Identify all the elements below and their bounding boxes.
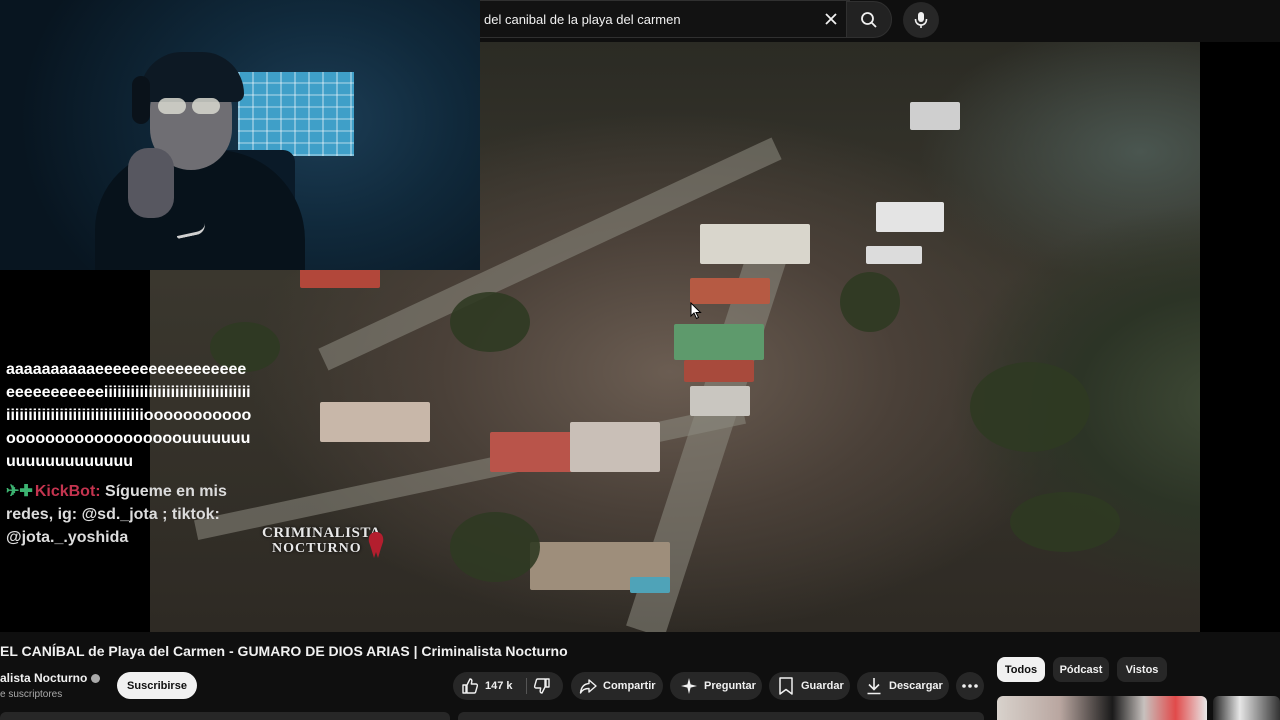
dislike-button[interactable] bbox=[533, 677, 551, 695]
tree bbox=[450, 292, 530, 352]
building bbox=[700, 224, 810, 264]
channel-name[interactable]: alista Nocturno bbox=[0, 671, 101, 685]
video-letterbox bbox=[1200, 42, 1280, 632]
save-button[interactable]: Guardar bbox=[769, 672, 850, 700]
comments-panel[interactable] bbox=[458, 712, 984, 720]
search-query[interactable]: del canibal de la playa del carmen bbox=[484, 12, 681, 27]
building bbox=[684, 360, 754, 382]
bot-badge-icons: ✈✚ bbox=[6, 483, 33, 500]
download-label: Descargar bbox=[889, 680, 943, 692]
close-icon bbox=[825, 13, 837, 25]
channel-watermark: CRIMINALISTA NOCTURNO bbox=[262, 525, 384, 558]
building bbox=[570, 422, 660, 472]
verified-badge-icon bbox=[91, 674, 101, 683]
voice-search-button[interactable] bbox=[903, 2, 939, 38]
watermark-line2: NOCTURNO bbox=[272, 541, 362, 556]
thumbs-up-icon bbox=[462, 678, 479, 694]
subscribe-button[interactable]: Suscribirse bbox=[117, 672, 197, 699]
headphone bbox=[132, 76, 150, 124]
more-actions-button[interactable] bbox=[956, 672, 984, 700]
video-title: EL CANÍBAL de Playa del Carmen - GUMARO … bbox=[0, 643, 568, 659]
related-video-thumbnail[interactable] bbox=[997, 696, 1207, 720]
wall-poster bbox=[238, 72, 354, 156]
save-label: Guardar bbox=[801, 680, 844, 692]
search-button[interactable] bbox=[846, 1, 892, 38]
ask-label: Preguntar bbox=[704, 680, 756, 692]
subscriber-count: e suscriptores bbox=[0, 689, 63, 700]
bookmark-icon bbox=[777, 677, 795, 695]
glasses bbox=[158, 98, 222, 114]
pool bbox=[630, 577, 670, 593]
share-icon bbox=[579, 677, 597, 695]
like-button[interactable] bbox=[461, 677, 479, 695]
building bbox=[910, 102, 960, 130]
thumbs-down-icon bbox=[533, 678, 550, 694]
ask-button[interactable]: Preguntar bbox=[670, 672, 762, 700]
tree bbox=[970, 362, 1090, 452]
building bbox=[320, 402, 430, 442]
building bbox=[674, 324, 764, 360]
microphone-icon bbox=[914, 12, 928, 28]
hand bbox=[128, 148, 174, 218]
chip-watched[interactable]: Vistos bbox=[1117, 657, 1167, 682]
like-dislike-group: 147 k bbox=[453, 672, 563, 700]
building bbox=[300, 268, 380, 288]
chip-podcast[interactable]: Pódcast bbox=[1053, 657, 1109, 682]
description-panel[interactable] bbox=[0, 712, 450, 720]
building bbox=[866, 246, 922, 264]
sparkle-icon bbox=[680, 677, 698, 695]
bot-name: KickBot bbox=[34, 483, 96, 500]
related-video-thumbnail[interactable] bbox=[1213, 696, 1280, 720]
building bbox=[690, 386, 750, 416]
divider bbox=[526, 678, 527, 694]
share-button[interactable]: Compartir bbox=[571, 672, 663, 700]
share-label: Compartir bbox=[603, 680, 656, 692]
tree bbox=[840, 272, 900, 332]
bot-message: ✈✚ KickBot: Sígueme en mis redes, ig: @sd… bbox=[6, 480, 250, 549]
skull-icon bbox=[368, 532, 384, 558]
chip-all[interactable]: Todos bbox=[997, 657, 1045, 682]
bot-separator: : bbox=[95, 483, 101, 500]
tree bbox=[1010, 492, 1120, 552]
webcam-overlay bbox=[0, 0, 480, 270]
building bbox=[690, 278, 770, 304]
like-count[interactable]: 147 k bbox=[485, 680, 513, 692]
chat-message: aaaaaaaaaaeeeeeeeeeeeeeeeeeeeeeeeeeeeeii… bbox=[6, 361, 252, 470]
screen: CRIMINALISTA NOCTURNO aaaaaaaaaaeeeeeeee… bbox=[0, 0, 1280, 720]
building bbox=[876, 202, 944, 232]
clear-search-button[interactable] bbox=[820, 8, 842, 30]
mouse-cursor-icon bbox=[690, 302, 702, 320]
watermark-line1: CRIMINALISTA bbox=[262, 525, 382, 541]
download-button[interactable]: Descargar bbox=[857, 672, 949, 700]
download-icon bbox=[865, 677, 883, 695]
beanie bbox=[140, 52, 244, 102]
tree bbox=[450, 512, 540, 582]
building bbox=[490, 432, 580, 472]
channel-name-text[interactable]: alista Nocturno bbox=[0, 671, 87, 685]
more-horizontal-icon bbox=[962, 684, 978, 688]
search-icon bbox=[861, 11, 877, 28]
